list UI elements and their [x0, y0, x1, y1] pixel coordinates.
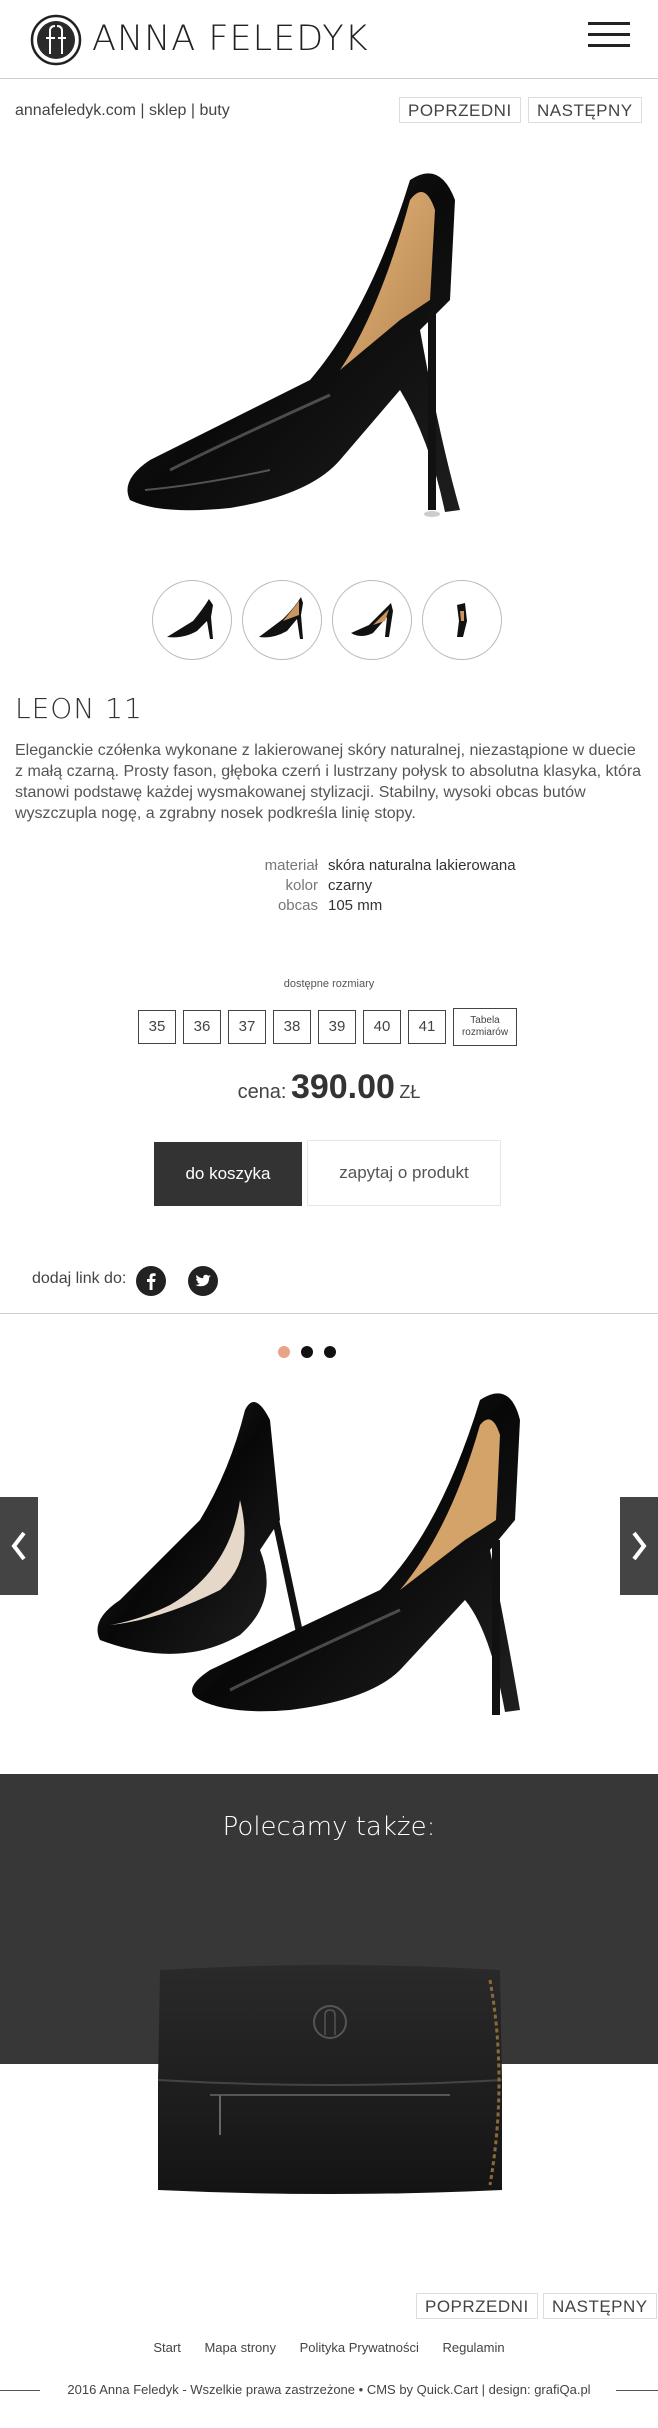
spec-value-heel: 105 mm [328, 897, 383, 914]
size-option[interactable]: 39 [318, 1010, 356, 1044]
price-label: cena: [237, 1081, 287, 1103]
price-value: 390.00 [290, 1068, 395, 1106]
hamburger-menu-icon[interactable] [588, 22, 630, 52]
footer-link-sitemap[interactable]: Mapa strony [204, 2340, 276, 2355]
cms-credit[interactable]: CMS by Quick.Cart | design: grafiQa.pl [367, 2382, 591, 2397]
gallery-next-arrow[interactable] [620, 1497, 658, 1595]
size-option[interactable]: 35 [138, 1010, 176, 1044]
size-option[interactable]: 40 [363, 1010, 401, 1044]
footer-bullet: • [358, 2382, 364, 2397]
gallery-dot-1[interactable] [278, 1346, 290, 1358]
brand-name[interactable]: ANNA FELEDYK [92, 19, 369, 59]
section-divider [0, 1313, 658, 1314]
chevron-left-icon [11, 1531, 26, 1561]
shoe-thumbnail-icon [351, 603, 393, 637]
breadcrumb-separator: | [140, 102, 145, 119]
gallery-prev-arrow[interactable] [0, 1497, 38, 1595]
size-option[interactable]: 41 [408, 1010, 446, 1044]
gallery-image[interactable] [80, 1370, 580, 1720]
spec-label-material: materiał [264, 857, 318, 874]
shoe-thumbnail-icon [167, 599, 213, 639]
breadcrumb-separator: | [190, 102, 195, 119]
size-table-link[interactable]: Tabela rozmiarów [453, 1008, 517, 1046]
thumbnail-3[interactable] [332, 580, 412, 660]
breadcrumb-shop[interactable]: sklep [149, 102, 186, 119]
footer-link-start[interactable]: Start [153, 2340, 180, 2355]
footer-links: Start Mapa strony Polityka Prywatności R… [0, 2340, 658, 2355]
gallery-dot-2[interactable] [301, 1346, 313, 1358]
twitter-icon[interactable] [188, 1266, 218, 1296]
footer-copyright: 2016 Anna Feledyk - Wszelkie prawa zastr… [0, 2382, 658, 2397]
add-to-cart-button[interactable]: do koszyka [154, 1142, 302, 1206]
spec-value-material: skóra naturalna lakierowana [328, 857, 516, 874]
breadcrumb-home[interactable]: annafeledyk.com [15, 102, 136, 119]
shoe-thumbnail-icon [259, 597, 303, 639]
recommended-title: Polecamy także: [222, 1812, 436, 1842]
thumbnail-1[interactable] [152, 580, 232, 660]
size-option[interactable]: 37 [228, 1010, 266, 1044]
previous-product-button[interactable]: POPRZEDNI [399, 97, 521, 123]
sizes-label: dostępne rozmiary [283, 978, 375, 990]
site-header: ANNA FELEDYK [0, 0, 658, 79]
product-title: LEON 11 [15, 692, 143, 725]
footer-link-privacy[interactable]: Polityka Prywatności [300, 2340, 419, 2355]
copyright-text: 2016 Anna Feledyk - Wszelkie prawa zastr… [67, 2382, 356, 2397]
price-currency: ZŁ [399, 1082, 421, 1102]
breadcrumb: annafeledyk.com | sklep | buty [15, 102, 230, 120]
spec-label-heel: obcas [277, 897, 318, 914]
next-product-button[interactable]: NASTĘPNY [528, 97, 642, 123]
chevron-right-icon [632, 1531, 647, 1561]
facebook-icon[interactable] [136, 1266, 166, 1296]
gallery-dot-3[interactable] [324, 1346, 336, 1358]
spec-value-color: czarny [328, 877, 373, 894]
size-option[interactable]: 36 [183, 1010, 221, 1044]
footer-next-button[interactable]: NASTĘPNY [543, 2293, 657, 2319]
breadcrumb-shoes[interactable]: buty [199, 102, 229, 119]
size-option[interactable]: 38 [273, 1010, 311, 1044]
price: cena: 390.00 ZŁ [0, 1068, 658, 1107]
ask-about-product-button[interactable]: zapytaj o produkt [307, 1140, 501, 1206]
product-main-image[interactable] [110, 140, 550, 520]
shoe-thumbnail-icon [457, 603, 467, 637]
product-description: Eleganckie czółenka wykonane z lakierowa… [15, 742, 642, 822]
recommended-product-image[interactable] [150, 1960, 510, 2200]
thumbnail-4[interactable] [422, 580, 502, 660]
thumbnail-2[interactable] [242, 580, 322, 660]
share-label: dodaj link do: [32, 1270, 127, 1287]
footer-link-terms[interactable]: Regulamin [442, 2340, 504, 2355]
af-monogram-logo[interactable] [30, 14, 82, 66]
product-page: ANNA FELEDYK annafeledyk.com | sklep | b… [0, 0, 658, 2428]
spec-label-color: kolor [285, 877, 318, 894]
footer-rule-right [616, 2390, 658, 2391]
footer-previous-button[interactable]: POPRZEDNI [416, 2293, 538, 2319]
